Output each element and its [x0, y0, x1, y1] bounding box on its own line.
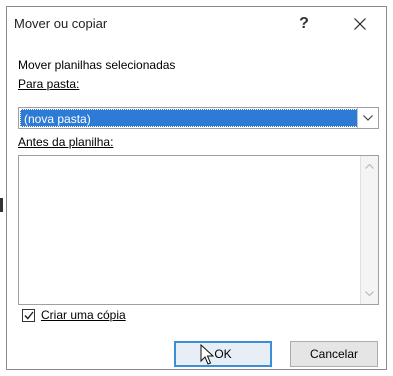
chevron-up-icon [365, 164, 374, 169]
dropdown-button[interactable] [357, 108, 378, 128]
to-book-label: Para pasta: [18, 77, 80, 91]
close-button[interactable] [346, 12, 374, 36]
before-sheet-list[interactable] [18, 155, 379, 305]
left-edge-mark [0, 198, 3, 212]
ok-button[interactable]: OK [174, 341, 272, 367]
help-button[interactable]: ? [290, 12, 318, 36]
create-copy-checkbox[interactable] [22, 309, 35, 322]
title-bar: Mover ou copiar ? [7, 7, 386, 41]
list-scrollbar[interactable] [360, 156, 378, 304]
to-book-select[interactable]: (nova pasta) [18, 107, 379, 129]
to-book-selected-value: (nova pasta) [20, 109, 358, 127]
move-copy-dialog: Mover ou copiar ? Mover planilhas seleci… [6, 6, 387, 370]
before-sheet-label: Antes da planilha: [18, 135, 114, 149]
scroll-up-button[interactable] [361, 158, 378, 175]
dialog-title: Mover ou copiar [14, 16, 108, 31]
scroll-down-button[interactable] [361, 285, 378, 302]
cancel-button[interactable]: Cancelar [290, 341, 378, 367]
chevron-down-icon [365, 291, 374, 296]
close-icon [354, 18, 366, 30]
move-sheets-label: Mover planilhas selecionadas [18, 58, 176, 72]
create-copy-label: Criar uma cópia [41, 308, 126, 322]
checkmark-icon [23, 311, 34, 320]
chevron-down-icon [363, 115, 373, 121]
